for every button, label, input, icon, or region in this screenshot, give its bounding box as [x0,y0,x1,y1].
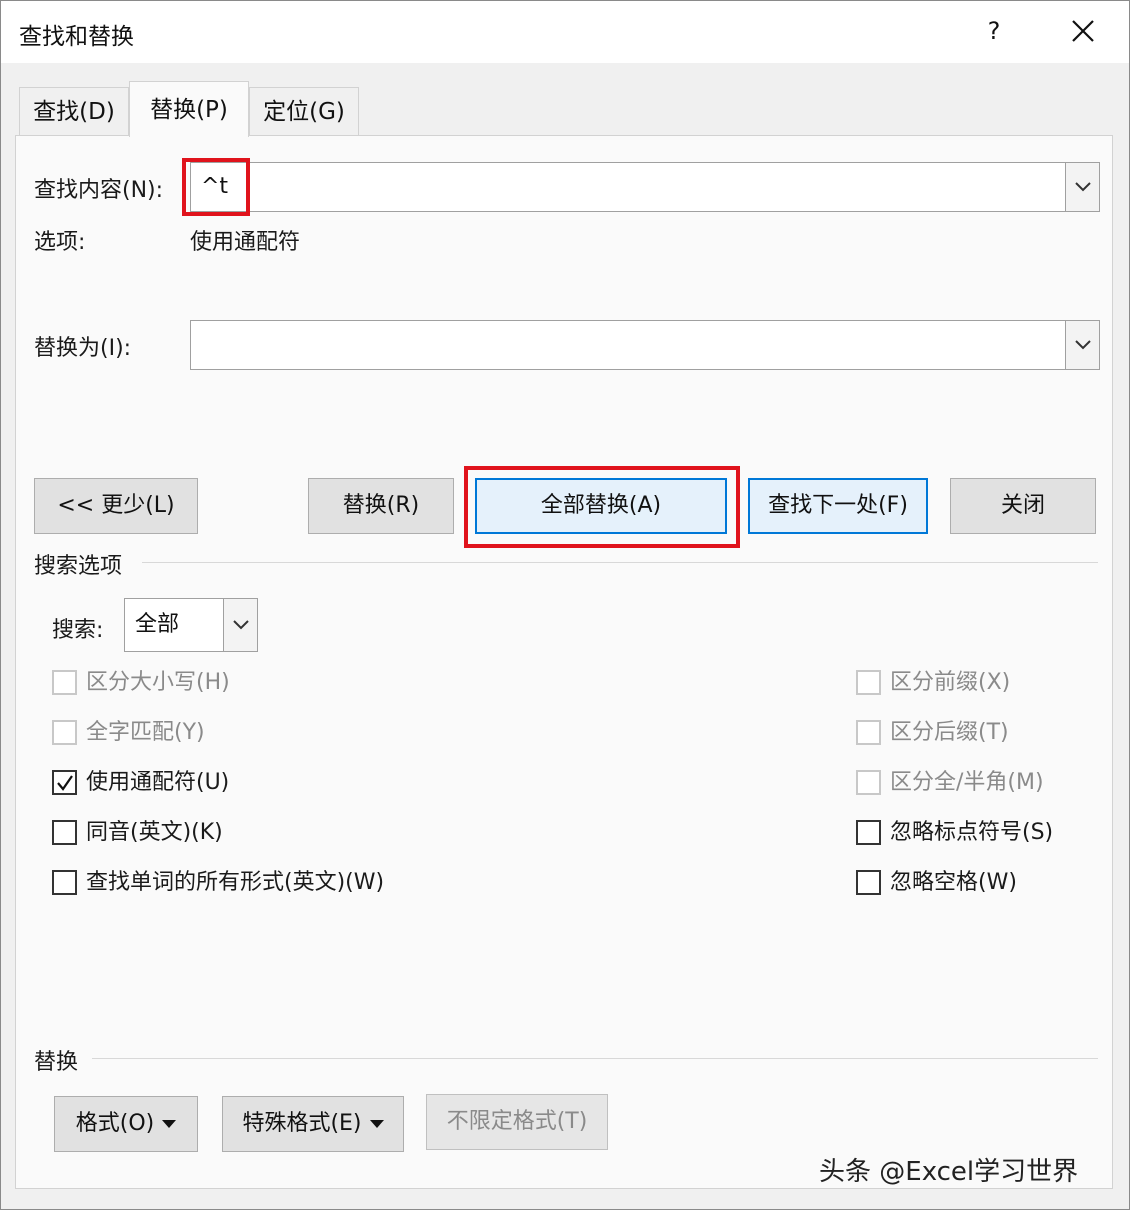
checkbox-box[interactable] [52,670,77,695]
tab-find[interactable]: 查找(D) [19,87,129,137]
search-direction-value: 全部 [135,612,180,637]
title-bar: 查找和替换 ? [1,1,1129,63]
caret-down-icon [369,1120,384,1128]
checkbox-box[interactable] [856,720,881,745]
checkbox-box[interactable] [856,670,881,695]
ignore-punctuation-label: 忽略标点符号(S) [890,820,1054,845]
tab-replace[interactable]: 替换(P) [129,81,249,137]
ignore-whitespace-label: 忽略空格(W) [890,870,1017,895]
replace-all-button[interactable]: 全部替换(A) [475,478,727,534]
match-case-label: 区分大小写(H) [86,670,230,695]
tab-goto[interactable]: 定位(G) [249,87,359,137]
use-wildcards-label: 使用通配符(U) [86,770,230,795]
replace-panel: 查找内容(N): ^t 选项: 使用通配符 替换为(I): << 更少(L) 替… [15,135,1113,1189]
match-suffix-label: 区分后缀(T) [890,720,1009,745]
search-direction-dropdown-button[interactable] [223,599,257,651]
help-icon[interactable]: ? [979,13,1009,49]
format-button-label: 格式(O) [75,1111,155,1136]
replace-section-divider [92,1058,1098,1059]
special-button-label: 特殊格式(E) [242,1111,362,1136]
replace-with-dropdown-button[interactable] [1065,321,1099,369]
replace-button[interactable]: 替换(R) [308,478,454,534]
checkbox-box[interactable] [856,770,881,795]
find-next-button[interactable]: 查找下一处(F) [748,478,928,534]
find-replace-dialog: 查找和替换 ? 查找(D) 替换(P) 定位(G) 查找内容(N): ^t 选项… [0,0,1130,1210]
checkbox-box[interactable] [52,720,77,745]
checkmark-icon [57,775,73,791]
checkbox-box[interactable] [52,770,77,795]
no-formatting-button[interactable]: 不限定格式(T) [426,1094,608,1150]
search-direction-select[interactable]: 全部 [124,598,258,652]
whole-word-label: 全字匹配(Y) [86,720,205,745]
checkbox-box[interactable] [52,820,77,845]
chevron-down-icon [1075,340,1091,350]
special-button[interactable]: 特殊格式(E) [222,1096,404,1152]
checkbox-box[interactable] [856,870,881,895]
replace-section-heading: 替换 [34,1050,79,1075]
watermark-text: 头条 @Excel学习世界 [819,1157,1079,1187]
find-what-input[interactable]: ^t [201,163,228,211]
replace-with-combobox[interactable] [190,320,1100,370]
caret-down-icon [162,1120,177,1128]
find-what-label: 查找内容(N): [34,178,164,203]
match-width-label: 区分全/半角(M) [890,770,1044,795]
find-what-combobox[interactable]: ^t [190,162,1100,212]
less-button[interactable]: << 更少(L) [34,478,198,534]
replace-with-label: 替换为(I): [34,336,132,361]
close-button[interactable]: 关闭 [950,478,1096,534]
all-word-forms-label: 查找单词的所有形式(英文)(W) [86,870,385,895]
close-icon[interactable] [1063,13,1103,49]
checkbox-box[interactable] [856,820,881,845]
sounds-like-label: 同音(英文)(K) [86,820,223,845]
match-prefix-label: 区分前缀(X) [890,670,1011,695]
search-options-divider [142,562,1098,563]
find-what-dropdown-button[interactable] [1065,163,1099,211]
search-direction-label: 搜索: [52,618,104,643]
options-label: 选项: [34,230,86,255]
options-value: 使用通配符 [190,230,301,255]
search-options-heading: 搜索选项 [34,554,123,579]
dialog-title: 查找和替换 [19,24,134,50]
chevron-down-icon [233,620,249,630]
chevron-down-icon [1075,182,1091,192]
format-button[interactable]: 格式(O) [54,1096,198,1152]
checkbox-box[interactable] [52,870,77,895]
